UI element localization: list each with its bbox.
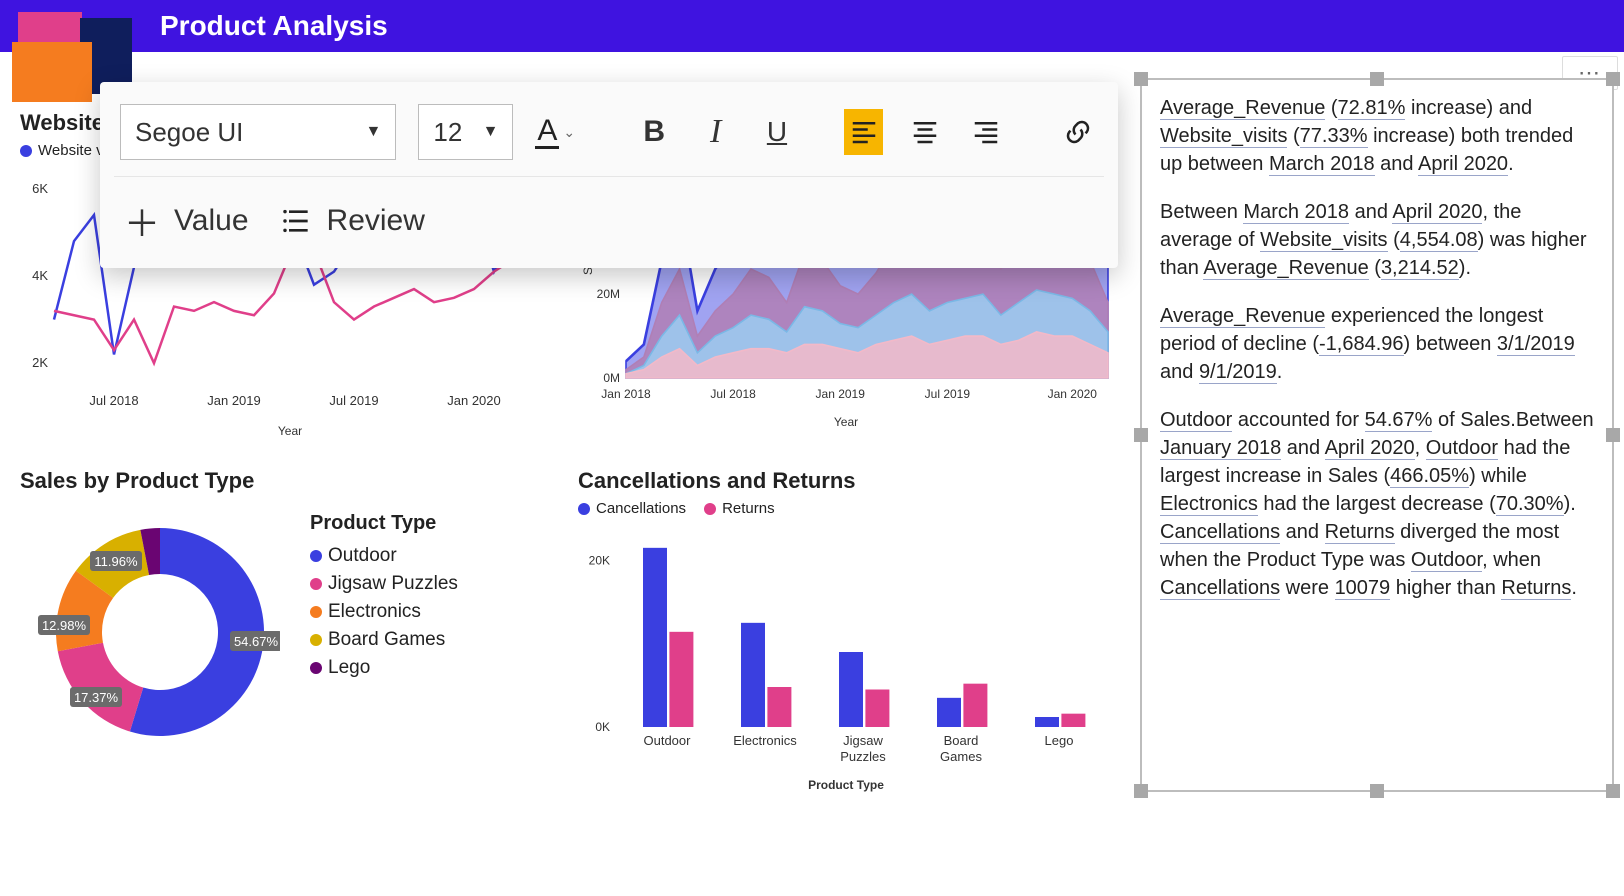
underline-button[interactable]: U (757, 109, 796, 155)
align-left-icon (849, 117, 879, 147)
font-size-select[interactable]: 12 ▼ (418, 104, 513, 160)
resize-handle[interactable] (1134, 428, 1148, 442)
svg-text:4K: 4K (32, 268, 48, 283)
chart-legend: CancellationsReturns (578, 500, 1114, 517)
text-format-toolbar: Segoe UI ▼ 12 ▼ A ⌄ B I U (100, 82, 1118, 268)
list-icon (281, 205, 313, 237)
svg-text:Jan 2018: Jan 2018 (601, 387, 651, 401)
svg-text:Outdoor: Outdoor (644, 733, 692, 748)
add-value-button[interactable]: ＋ Value (124, 195, 249, 247)
svg-text:Lego: Lego (1045, 733, 1074, 748)
align-center-button[interactable] (905, 109, 944, 155)
x-axis-label: Year (578, 415, 1114, 429)
legend-item: Outdoor (310, 545, 458, 567)
font-size-value: 12 (433, 117, 462, 148)
resize-handle[interactable] (1606, 428, 1620, 442)
legend-title: Product Type (310, 512, 458, 535)
font-color-icon: A (535, 116, 559, 149)
resize-handle[interactable] (1606, 784, 1620, 798)
font-family-select[interactable]: Segoe UI ▼ (120, 104, 396, 160)
legend-item: Lego (310, 657, 458, 679)
x-axis-label: Product Type (578, 778, 1114, 792)
legend-item: Board Games (310, 629, 458, 651)
svg-text:Jan 2019: Jan 2019 (816, 387, 866, 401)
narrative-paragraph: Average_Revenue experienced the longest … (1160, 302, 1594, 386)
svg-text:Jan 2019: Jan 2019 (207, 393, 261, 408)
svg-text:17.37%: 17.37% (74, 690, 119, 705)
italic-button[interactable]: I (696, 109, 735, 155)
svg-text:Games: Games (940, 749, 982, 764)
svg-text:6K: 6K (32, 181, 48, 196)
smart-narrative-textbox[interactable]: Average_Revenue (72.81% increase) and We… (1140, 78, 1614, 792)
font-family-value: Segoe UI (135, 117, 243, 148)
align-center-icon (910, 117, 940, 147)
svg-text:Board: Board (944, 733, 979, 748)
svg-text:20M: 20M (597, 287, 620, 301)
svg-text:11.96%: 11.96% (94, 554, 138, 569)
svg-text:Jul 2018: Jul 2018 (89, 393, 138, 408)
chart-title: Sales by Product Type (20, 468, 560, 494)
align-left-button[interactable] (844, 109, 883, 155)
bold-button[interactable]: B (635, 109, 674, 155)
legend-item: Electronics (310, 601, 458, 623)
sales-by-product-chart[interactable]: Sales by Product Type 54.67% 17.37% 12.98%… (20, 468, 560, 798)
svg-text:Jul 2019: Jul 2019 (329, 393, 378, 408)
svg-text:20K: 20K (589, 553, 610, 567)
chevron-down-icon: ▼ (483, 123, 499, 141)
svg-text:Jul 2019: Jul 2019 (925, 387, 971, 401)
add-value-label: Value (174, 204, 249, 238)
svg-text:2K: 2K (32, 355, 48, 370)
resize-handle[interactable] (1134, 784, 1148, 798)
svg-text:12.98%: 12.98% (42, 618, 87, 633)
svg-text:Puzzles: Puzzles (840, 749, 886, 764)
resize-handle[interactable] (1370, 72, 1384, 86)
resize-handle[interactable] (1370, 784, 1384, 798)
svg-text:Jan 2020: Jan 2020 (1048, 387, 1098, 401)
chart-legend: Product Type Outdoor Jigsaw Puzzles Electr… (310, 512, 458, 752)
svg-text:Jigsaw: Jigsaw (843, 733, 883, 748)
link-button[interactable] (1059, 109, 1098, 155)
align-right-icon (971, 117, 1001, 147)
plus-icon: ＋ (124, 195, 160, 247)
resize-handle[interactable] (1134, 72, 1148, 86)
svg-text:Jan 2020: Jan 2020 (447, 393, 501, 408)
chevron-down-icon: ⌄ (563, 124, 575, 141)
resize-handle[interactable] (1606, 72, 1620, 86)
page-title-bar: Product Analysis (0, 0, 1624, 52)
svg-text:0K: 0K (595, 720, 610, 734)
font-color-button[interactable]: A ⌄ (535, 116, 575, 149)
review-button[interactable]: Review (281, 204, 425, 238)
link-icon (1063, 117, 1093, 147)
svg-text:Jul 2018: Jul 2018 (710, 387, 756, 401)
svg-text:Electronics: Electronics (733, 733, 797, 748)
page-title: Product Analysis (160, 10, 388, 42)
align-right-button[interactable] (967, 109, 1006, 155)
svg-text:54.67%: 54.67% (234, 634, 279, 649)
narrative-paragraph: Average_Revenue (72.81% increase) and We… (1160, 94, 1594, 178)
chevron-down-icon: ▼ (366, 123, 382, 141)
legend-item: Jigsaw Puzzles (310, 573, 458, 595)
x-axis-label: Year (20, 424, 560, 438)
cancellations-returns-chart[interactable]: Cancellations and Returns CancellationsR… (578, 468, 1114, 808)
narrative-paragraph: Outdoor accounted for 54.67% of Sales.Be… (1160, 406, 1594, 602)
review-label: Review (327, 204, 425, 238)
chart-title: Cancellations and Returns (578, 468, 1114, 494)
svg-text:0M: 0M (603, 371, 620, 385)
narrative-paragraph: Between March 2018 and April 2020, the a… (1160, 198, 1594, 282)
